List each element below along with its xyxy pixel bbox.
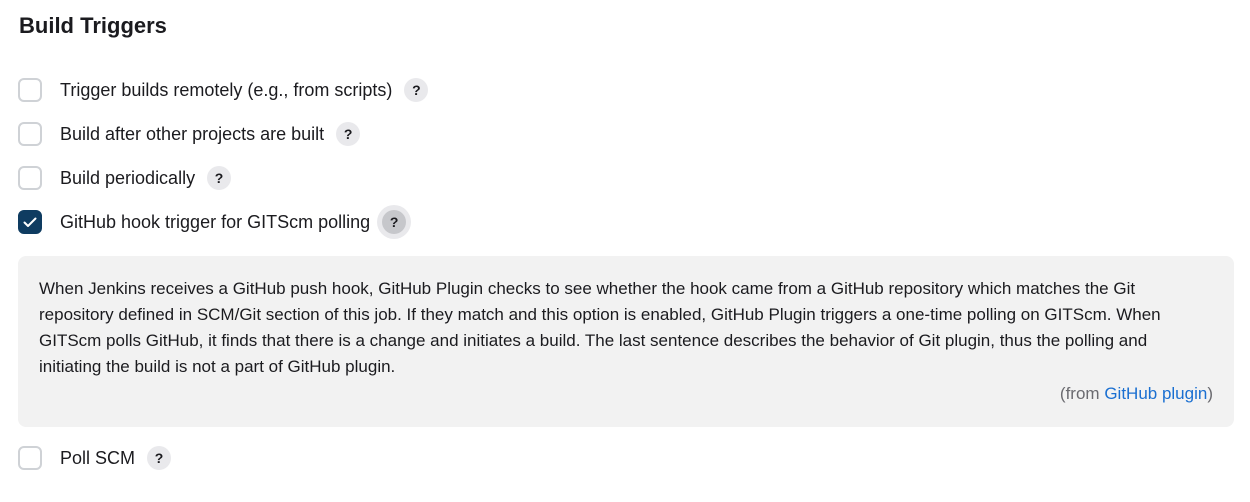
option-build-after-other-projects: Build after other projects are built ?: [18, 119, 361, 149]
help-icon[interactable]: ?: [207, 166, 232, 190]
build-periodically-checkbox[interactable]: [18, 166, 42, 190]
trigger-remotely-checkbox[interactable]: [18, 78, 42, 102]
github-plugin-link[interactable]: GitHub plugin: [1104, 384, 1207, 403]
option-trigger-remotely: Trigger builds remotely (e.g., from scri…: [18, 75, 429, 105]
help-from-prefix: (from: [1059, 384, 1105, 403]
help-panel-source: (from GitHub plugin): [1060, 381, 1213, 407]
help-icon[interactable]: ?: [147, 446, 172, 470]
check-icon: [23, 217, 37, 227]
option-poll-scm: Poll SCM ?: [18, 443, 172, 473]
help-panel: When Jenkins receives a GitHub push hook…: [18, 256, 1234, 427]
build-periodically-label[interactable]: Build periodically: [60, 166, 195, 190]
help-icon[interactable]: ?: [404, 78, 429, 102]
build-after-other-projects-checkbox[interactable]: [18, 122, 42, 146]
github-hook-trigger-label[interactable]: GitHub hook trigger for GITScm polling: [60, 210, 370, 234]
trigger-remotely-label[interactable]: Trigger builds remotely (e.g., from scri…: [60, 78, 392, 102]
build-after-other-projects-label[interactable]: Build after other projects are built: [60, 122, 324, 146]
section-title: Build Triggers: [19, 13, 167, 38]
help-icon[interactable]: ?: [382, 210, 407, 234]
option-build-periodically: Build periodically ?: [18, 163, 232, 193]
help-panel-text: When Jenkins receives a GitHub push hook…: [39, 279, 1161, 376]
poll-scm-checkbox[interactable]: [18, 446, 42, 470]
help-icon[interactable]: ?: [336, 122, 361, 146]
poll-scm-label[interactable]: Poll SCM: [60, 446, 135, 470]
option-github-hook-trigger: GitHub hook trigger for GITScm polling ?: [18, 207, 407, 237]
help-from-suffix: ): [1207, 384, 1213, 403]
github-hook-trigger-checkbox[interactable]: [18, 210, 42, 234]
